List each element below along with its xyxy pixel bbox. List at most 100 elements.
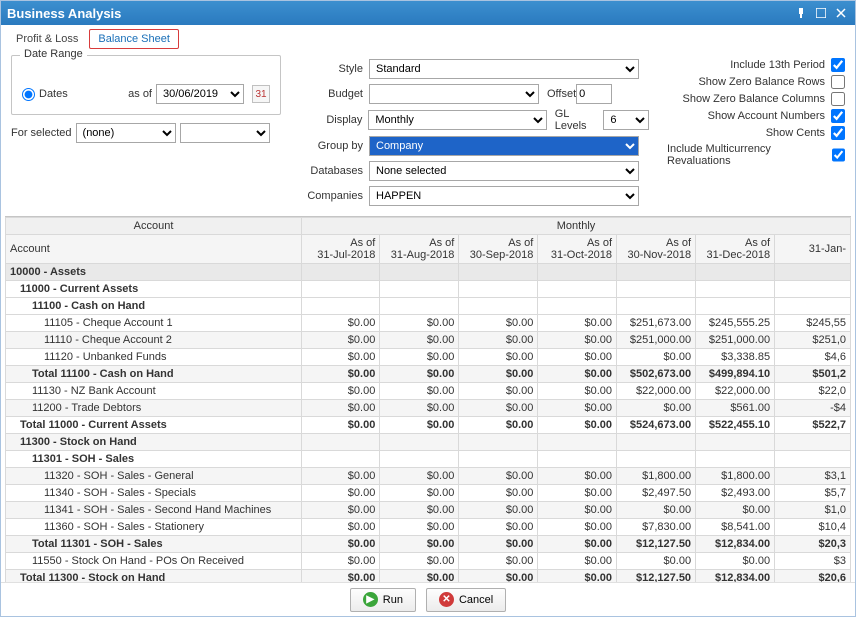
pin-icon[interactable] <box>793 5 809 21</box>
value-cell: $0.00 <box>459 400 538 417</box>
style-select[interactable]: Standard <box>369 59 639 79</box>
databases-select[interactable]: None selected <box>369 161 639 181</box>
value-cell: $522,7 <box>775 417 851 434</box>
value-cell: $12,127.50 <box>617 536 696 553</box>
calendar-icon[interactable]: 31 <box>252 85 270 103</box>
value-cell: $0.00 <box>302 519 380 536</box>
budget-select[interactable] <box>369 84 539 104</box>
value-cell: $12,834.00 <box>696 536 775 553</box>
table-row[interactable]: 11320 - SOH - Sales - General$0.00$0.00$… <box>6 468 851 485</box>
value-cell: $10,4 <box>775 519 851 536</box>
account-cell: 11550 - Stock On Hand - POs On Received <box>6 553 302 570</box>
value-cell: $0.00 <box>302 366 380 383</box>
for-selected-select[interactable]: (none) <box>76 123 176 143</box>
dates-radio[interactable] <box>22 88 35 101</box>
include-13th-check[interactable] <box>831 58 845 72</box>
value-cell <box>696 451 775 468</box>
value-cell <box>380 298 459 315</box>
value-cell: $0.00 <box>538 366 617 383</box>
cents-check[interactable] <box>831 126 845 140</box>
display-select[interactable]: Monthly <box>368 110 546 130</box>
table-row[interactable]: Total 11100 - Cash on Hand$0.00$0.00$0.0… <box>6 366 851 383</box>
companies-select[interactable]: HAPPEN <box>369 186 639 206</box>
value-cell: $0.00 <box>459 468 538 485</box>
zero-rows-check[interactable] <box>831 75 845 89</box>
table-row[interactable]: 11550 - Stock On Hand - POs On Received $… <box>6 553 851 570</box>
table-row[interactable]: Total 11301 - SOH - Sales$0.00$0.00$0.00… <box>6 536 851 553</box>
value-cell: $12,834.00 <box>696 570 775 583</box>
value-cell: $0.00 <box>302 349 380 366</box>
acct-nums-check[interactable] <box>831 109 845 123</box>
value-cell <box>696 298 775 315</box>
table-row[interactable]: Total 11300 - Stock on Hand$0.00$0.00$0.… <box>6 570 851 583</box>
value-cell: $22,000.00 <box>617 383 696 400</box>
run-icon: ▶ <box>363 592 378 607</box>
value-cell: $0.00 <box>617 400 696 417</box>
value-cell: $0.00 <box>459 536 538 553</box>
databases-label: Databases <box>299 165 369 177</box>
account-cell: Total 11301 - SOH - Sales <box>6 536 302 553</box>
table-row[interactable]: 11110 - Cheque Account 2$0.00$0.00$0.00$… <box>6 332 851 349</box>
value-cell: $0.00 <box>617 502 696 519</box>
value-cell: $0.00 <box>380 536 459 553</box>
value-cell <box>538 281 617 298</box>
multi-reval-label: Include Multicurrency Revaluations <box>667 143 826 167</box>
col-header: As of30-Sep-2018 <box>459 235 538 264</box>
dates-radio-label: Dates <box>39 88 68 100</box>
tab-profit-loss[interactable]: Profit & Loss <box>7 29 87 49</box>
value-cell: $0.00 <box>302 383 380 400</box>
value-cell: $0.00 <box>459 502 538 519</box>
value-cell: $0.00 <box>459 417 538 434</box>
close-icon[interactable] <box>833 5 849 21</box>
value-cell: $0.00 <box>380 315 459 332</box>
multi-reval-check[interactable] <box>832 148 845 162</box>
value-cell: $0.00 <box>302 468 380 485</box>
value-cell: $251,0 <box>775 332 851 349</box>
table-row[interactable]: Total 11000 - Current Assets$0.00$0.00$0… <box>6 417 851 434</box>
value-cell: $0.00 <box>538 315 617 332</box>
account-cell: 11000 - Current Assets <box>6 281 302 298</box>
table-row[interactable]: 11360 - SOH - Sales - Stationery$0.00$0.… <box>6 519 851 536</box>
value-cell <box>302 451 380 468</box>
value-cell: $0.00 <box>380 332 459 349</box>
zero-cols-check[interactable] <box>831 92 845 106</box>
offset-input[interactable] <box>576 84 612 104</box>
table-row[interactable]: 11340 - SOH - Sales - Specials$0.00$0.00… <box>6 485 851 502</box>
display-label: Display <box>299 114 368 126</box>
for-selected-value-select[interactable] <box>180 123 270 143</box>
table-row[interactable]: 11000 - Current Assets <box>6 281 851 298</box>
table-row[interactable]: 11130 - NZ Bank Account$0.00$0.00$0.00$0… <box>6 383 851 400</box>
table-row[interactable]: 11105 - Cheque Account 1$0.00$0.00$0.00$… <box>6 315 851 332</box>
titlebar: Business Analysis <box>1 1 855 25</box>
value-cell: $0.00 <box>459 485 538 502</box>
table-row[interactable]: 11341 - SOH - Sales - Second Hand Machin… <box>6 502 851 519</box>
cancel-button[interactable]: ✕Cancel <box>426 588 506 612</box>
value-cell: $501,2 <box>775 366 851 383</box>
table-row[interactable]: 11100 - Cash on Hand <box>6 298 851 315</box>
table-row[interactable]: 11120 - Unbanked Funds$0.00$0.00$0.00$0.… <box>6 349 851 366</box>
value-cell: $2,497.50 <box>617 485 696 502</box>
value-cell <box>696 281 775 298</box>
value-cell: $0.00 <box>302 315 380 332</box>
value-cell: $499,894.10 <box>696 366 775 383</box>
account-cell: Total 11000 - Current Assets <box>6 417 302 434</box>
run-button[interactable]: ▶Run <box>350 588 416 612</box>
gl-select[interactable]: 6 <box>603 110 649 130</box>
table-row[interactable]: 11300 - Stock on Hand <box>6 434 851 451</box>
value-cell <box>459 281 538 298</box>
table-row[interactable]: 10000 - Assets <box>6 264 851 281</box>
window-title: Business Analysis <box>7 6 121 21</box>
offset-label: Offset <box>547 88 576 100</box>
account-cell: 11320 - SOH - Sales - General <box>6 468 302 485</box>
value-cell <box>696 264 775 281</box>
groupby-select[interactable]: Company <box>369 136 639 156</box>
maximize-icon[interactable] <box>813 5 829 21</box>
table-row[interactable]: 11301 - SOH - Sales <box>6 451 851 468</box>
value-cell: $0.00 <box>380 502 459 519</box>
value-cell: $8,541.00 <box>696 519 775 536</box>
value-cell <box>302 264 380 281</box>
asof-date-select[interactable]: 30/06/2019 <box>156 84 244 104</box>
value-cell: $0.00 <box>380 553 459 570</box>
tab-balance-sheet[interactable]: Balance Sheet <box>89 29 179 49</box>
table-row[interactable]: 11200 - Trade Debtors$0.00$0.00$0.00$0.0… <box>6 400 851 417</box>
